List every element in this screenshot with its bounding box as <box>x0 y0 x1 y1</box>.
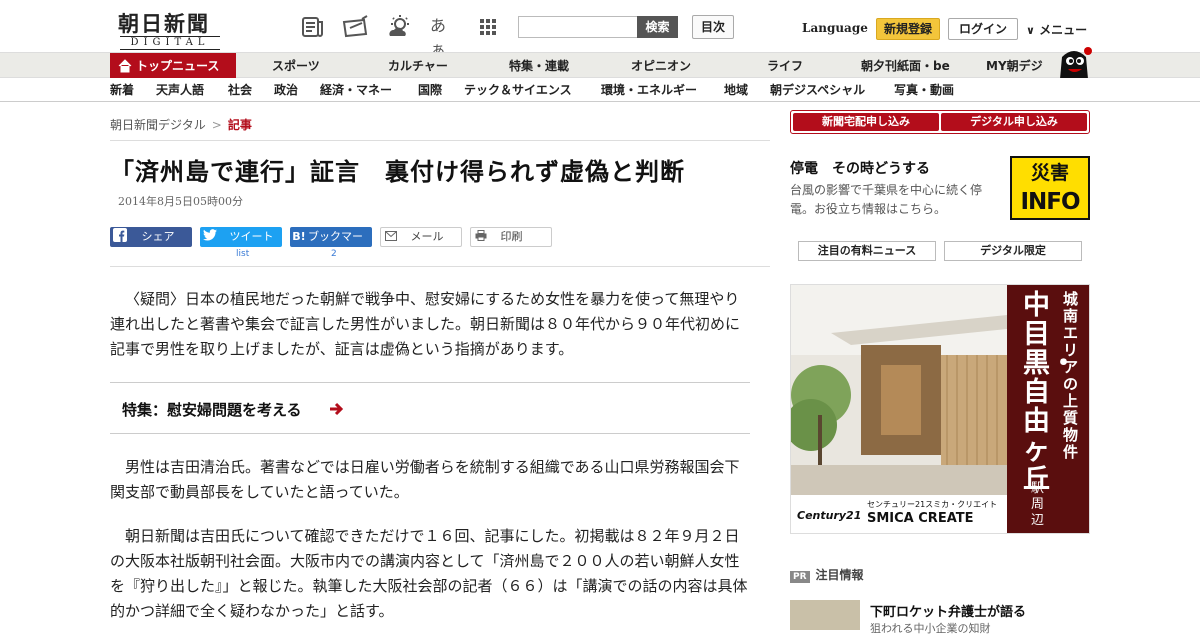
hatena-icon: B! <box>292 230 306 243</box>
digital-subscribe-button[interactable]: デジタル申し込み <box>941 113 1087 131</box>
blackout-promo-text[interactable]: 台風の影響で千葉県を中心に続く停電。お役立ち情報はこちら。 <box>790 181 1002 219</box>
facebook-share-button[interactable]: シェア <box>110 227 192 247</box>
site-header: 朝日新聞 DIGITAL あぁ 検索 目次 Language 新規登録 ログイン… <box>0 0 1200 59</box>
article-lead: 〈疑問〉日本の植民地だった朝鮮で戦争中、慰安婦にするため女性を暴力を使って無理や… <box>110 290 741 358</box>
share-ticket-icon[interactable] <box>342 14 368 40</box>
subnav-item[interactable]: 朝デジスペシャル <box>770 78 865 102</box>
arrow-right-icon <box>328 401 344 421</box>
subnav-item[interactable]: 天声人語 <box>156 78 204 102</box>
twitter-icon <box>200 227 220 247</box>
tab-paid-news[interactable]: 注目の有料ニュース <box>798 241 936 261</box>
ad-headline-tail: 駅周辺 <box>1031 481 1045 528</box>
blackout-promo-title[interactable]: 停電 その時どうする <box>790 158 930 178</box>
pr-label: 注目情報 <box>815 568 864 582</box>
print-button[interactable]: 印刷 <box>470 227 552 247</box>
font-size-icon[interactable]: あぁ <box>430 12 456 59</box>
subnav-item[interactable]: 国際 <box>418 78 442 102</box>
ad-house-photo <box>791 285 1007 495</box>
twitter-count-link[interactable]: list <box>236 249 249 259</box>
nav-item[interactable]: ライフ <box>767 53 803 79</box>
article-date: 2014年8月5日05時00分 <box>118 195 243 208</box>
ad-brand-jp: センチュリー21スミカ・クリエイト <box>867 500 998 509</box>
century21-logo: Century21 <box>797 509 862 522</box>
pr-section-header: PR 注目情報 <box>790 566 864 583</box>
breadcrumb: 朝日新聞デジタル > 記事 <box>110 116 252 133</box>
breadcrumb-home[interactable]: 朝日新聞デジタル <box>110 118 206 132</box>
newspaper-icon[interactable] <box>300 14 326 40</box>
site-logo[interactable]: 朝日新聞 DIGITAL <box>110 8 230 50</box>
nav-top-news[interactable]: トップニュース <box>110 53 236 79</box>
twitter-share-button[interactable]: ツイート <box>200 227 282 247</box>
advertisement[interactable]: 城南エリアの上質物件 中目黒・自由ヶ丘 駅周辺 Century21 センチュリー… <box>790 284 1090 534</box>
language-link[interactable]: Language <box>802 21 868 35</box>
subnav-item[interactable]: 政治 <box>274 78 298 102</box>
subnav-item[interactable]: 社会 <box>228 78 252 102</box>
disaster-info-top: 災害 <box>1030 162 1069 184</box>
feature-link[interactable]: 特集：慰安婦問題を考える <box>110 382 750 434</box>
nav-top-news-label: トップニュース <box>136 59 220 73</box>
facebook-icon <box>110 227 130 247</box>
subnav-item[interactable]: 写真・動画 <box>894 78 954 102</box>
divider <box>110 266 770 267</box>
print-icon <box>471 228 491 246</box>
secondary-nav: 新着 天声人語 社会 政治 経済・マネー 国際 テック＆サイエンス 環境・エネル… <box>0 78 1200 102</box>
tab-digital-only[interactable]: デジタル限定 <box>944 241 1082 261</box>
subnav-item[interactable]: 経済・マネー <box>320 78 392 102</box>
logo-main-text: 朝日新聞 <box>118 11 210 36</box>
twitter-share-label: ツイート <box>229 230 274 243</box>
divider <box>110 140 770 141</box>
chevron-down-icon: ∨ <box>1026 24 1035 37</box>
weather-icon[interactable] <box>386 14 412 40</box>
breadcrumb-separator: > <box>211 118 222 132</box>
nav-item[interactable]: カルチャー <box>388 53 448 79</box>
subnav-item[interactable]: 地域 <box>724 78 748 102</box>
nav-item[interactable]: オピニオン <box>631 53 691 79</box>
primary-nav: トップニュース スポーツ カルチャー 特集・連載 オピニオン ライフ 朝夕刊紙面… <box>0 47 1200 79</box>
index-button[interactable]: 目次 <box>692 15 734 39</box>
nav-item[interactable]: スポーツ <box>272 53 320 79</box>
pr-thumbnail[interactable] <box>790 600 860 630</box>
subscription-buttons: 新聞宅配申し込み デジタル申し込み <box>790 110 1090 134</box>
subnav-item[interactable]: 新着 <box>110 78 134 102</box>
pr-badge: PR <box>790 571 810 583</box>
article-paragraph: 朝日新聞は吉田氏について確認できただけで１６回、記事にした。初掲載は８２年９月２… <box>110 527 748 620</box>
newspaper-delivery-button[interactable]: 新聞宅配申し込み <box>793 113 939 131</box>
nav-item[interactable]: 朝夕刊紙面・be <box>861 53 950 79</box>
search-button[interactable]: 検索 <box>637 16 678 38</box>
logo-sub-text: DIGITAL <box>120 36 220 50</box>
breadcrumb-current: 記事 <box>227 118 252 132</box>
menu-button[interactable]: ∨ メニュー <box>1026 21 1087 38</box>
facebook-share-label: シェア <box>141 230 175 243</box>
subnav-item[interactable]: テック＆サイエンス <box>464 78 572 102</box>
ad-headline: 中目黒・自由ヶ丘 <box>1023 290 1077 495</box>
grid-menu-icon[interactable] <box>478 14 504 40</box>
pr-subtitle[interactable]: 狙われる中小企業の知財 <box>870 620 990 636</box>
ad-brand-en: SMICA CREATE <box>867 511 974 526</box>
disaster-info-bottom: INFO <box>1020 189 1080 215</box>
login-button[interactable]: ログイン <box>948 18 1018 40</box>
print-label: 印刷 <box>500 230 523 243</box>
subnav-item[interactable]: 環境・エネルギー <box>601 78 697 102</box>
feature-link-label: 特集：慰安婦問題を考える <box>122 401 302 419</box>
pr-title[interactable]: 下町ロケット弁護士が語る <box>870 601 1026 620</box>
nav-item[interactable]: MY朝デジ <box>986 53 1043 79</box>
mail-share-label: メール <box>410 230 444 243</box>
search-input[interactable] <box>518 16 638 38</box>
article-title: 「済州島で連行」証言 裏付け得られず虚偽と判断 <box>110 158 685 186</box>
nav-item[interactable]: 特集・連載 <box>509 53 569 79</box>
mail-share-button[interactable]: メール <box>380 227 462 247</box>
register-button[interactable]: 新規登録 <box>876 18 940 40</box>
mail-icon <box>381 228 401 246</box>
hatena-bookmark-button[interactable]: B! ブックマーク <box>290 227 372 263</box>
article-paragraph: 男性は吉田清治氏。著書などでは日雇い労働者らを統制する組織である山口県労務報国会… <box>110 458 740 501</box>
hatena-count-link[interactable]: 2 <box>331 249 337 259</box>
menu-label: メニュー <box>1039 23 1088 37</box>
disaster-info-banner[interactable]: 災害 INFO <box>1010 156 1090 220</box>
